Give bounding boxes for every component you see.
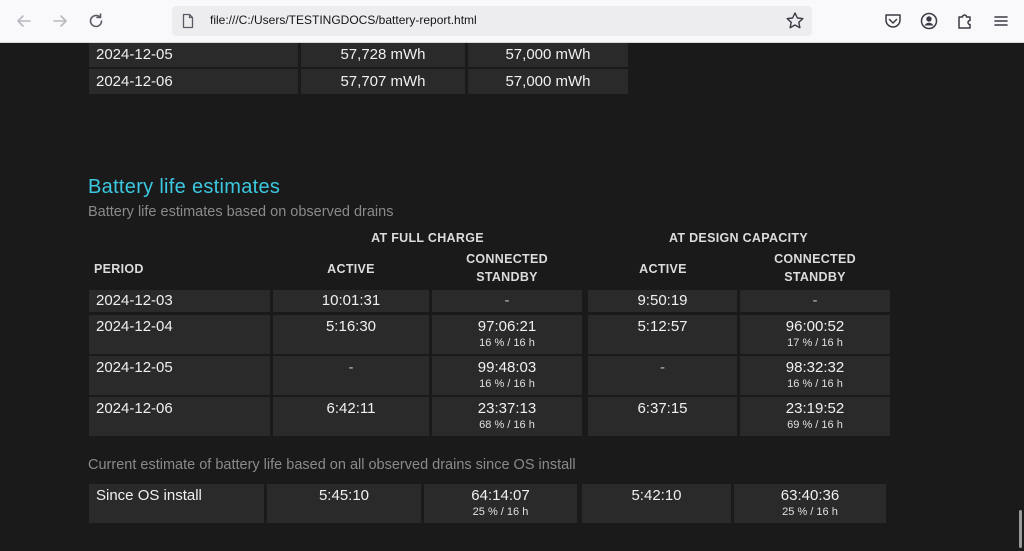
table-row-period: 2024-12-04 xyxy=(89,315,270,354)
url-text[interactable]: file:///C:/Users/TESTINGDOCS/battery-rep… xyxy=(210,13,477,27)
section-title: Battery life estimates xyxy=(88,176,281,198)
account-icon[interactable] xyxy=(918,10,940,32)
full-active-cell: 5:16:30 xyxy=(273,315,429,354)
design-standby-cell: - xyxy=(740,290,890,312)
full-active-cell: 6:42:11 xyxy=(273,397,429,436)
column-header-connected-standby: CONNECTED STANDBY xyxy=(774,252,856,284)
capacity-design-cell: 57,000 mWh xyxy=(468,69,628,94)
capacity-full-cell: 57,707 mWh xyxy=(301,69,465,94)
design-standby-cell: 23:19:52 69 % / 16 h xyxy=(740,397,890,436)
url-bar[interactable]: file:///C:/Users/TESTINGDOCS/battery-rep… xyxy=(172,6,812,36)
current-full-standby-cell: 64:14:07 25 % / 16 h xyxy=(424,484,577,523)
current-estimate-label: Since OS install xyxy=(89,484,264,523)
table-row-period: 2024-12-05 xyxy=(89,356,270,395)
file-icon xyxy=(180,13,196,29)
current-design-standby-cell: 63:40:36 25 % / 16 h xyxy=(734,484,886,523)
extensions-icon[interactable] xyxy=(954,10,976,32)
group-header-design-capacity: AT DESIGN CAPACITY xyxy=(669,231,808,245)
full-active-cell: - xyxy=(273,356,429,395)
column-header-connected-standby: CONNECTED STANDBY xyxy=(466,252,548,284)
capacity-date-cell: 2024-12-06 xyxy=(89,69,298,94)
pocket-icon[interactable] xyxy=(882,10,904,32)
table-row-period: 2024-12-03 xyxy=(89,290,270,312)
design-standby-cell: 96:00:52 17 % / 16 h xyxy=(740,315,890,354)
browser-toolbar: file:///C:/Users/TESTINGDOCS/battery-rep… xyxy=(0,0,1024,43)
design-active-cell: 5:12:57 xyxy=(588,315,737,354)
design-standby-cell: 98:32:32 16 % / 16 h xyxy=(740,356,890,395)
report-content: 2024-12-05 57,728 mWh 57,000 mWh 2024-12… xyxy=(0,43,1024,551)
back-arrow-icon[interactable] xyxy=(12,9,36,33)
scrollbar-thumb[interactable] xyxy=(1019,510,1022,548)
column-header-active: ACTIVE xyxy=(327,262,375,276)
section-subtitle: Battery life estimates based on observed… xyxy=(88,204,394,220)
design-active-cell: - xyxy=(588,356,737,395)
current-design-active-cell: 5:42:10 xyxy=(582,484,731,523)
design-active-cell: 6:37:15 xyxy=(588,397,737,436)
column-header-period: PERIOD xyxy=(94,262,144,276)
capacity-date-cell: 2024-12-05 xyxy=(89,43,298,67)
full-standby-cell: - xyxy=(432,290,582,312)
design-active-cell: 9:50:19 xyxy=(588,290,737,312)
menu-icon[interactable] xyxy=(990,10,1012,32)
capacity-full-cell: 57,728 mWh xyxy=(301,43,465,67)
table-row-period: 2024-12-06 xyxy=(89,397,270,436)
column-header-active: ACTIVE xyxy=(639,262,687,276)
group-header-full-charge: AT FULL CHARGE xyxy=(371,231,484,245)
current-full-active-cell: 5:45:10 xyxy=(267,484,421,523)
star-icon[interactable] xyxy=(784,10,806,32)
full-active-cell: 10:01:31 xyxy=(273,290,429,312)
full-standby-cell: 99:48:03 16 % / 16 h xyxy=(432,356,582,395)
reload-icon[interactable] xyxy=(84,9,108,33)
capacity-design-cell: 57,000 mWh xyxy=(468,43,628,67)
full-standby-cell: 23:37:13 68 % / 16 h xyxy=(432,397,582,436)
full-standby-cell: 97:06:21 16 % / 16 h xyxy=(432,315,582,354)
forward-arrow-icon[interactable] xyxy=(48,9,72,33)
current-estimate-subtitle: Current estimate of battery life based o… xyxy=(88,457,576,473)
